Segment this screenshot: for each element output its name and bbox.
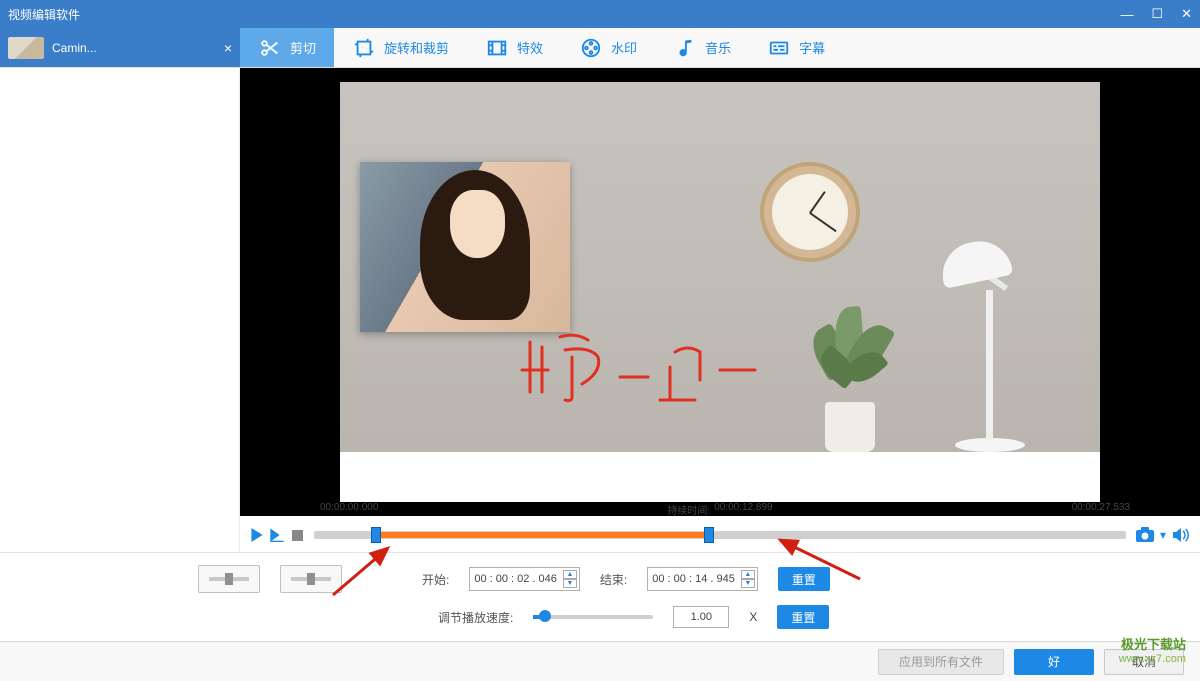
- subtitle-icon: [767, 36, 791, 60]
- tool-rotate[interactable]: 旋转和裁剪: [334, 28, 467, 67]
- tool-music-label: 音乐: [705, 38, 731, 57]
- tool-buttons: 剪切 旋转和裁剪 特效 水印 音乐 字幕: [240, 28, 1200, 67]
- mark-out-button[interactable]: [280, 565, 342, 593]
- maximize-button[interactable]: ☐: [1151, 6, 1163, 22]
- mark-in-button[interactable]: [198, 565, 260, 593]
- tab-close-icon[interactable]: ×: [224, 40, 232, 56]
- timeline-track[interactable]: [314, 531, 1126, 539]
- sidebar: [0, 68, 240, 552]
- ok-button[interactable]: 好: [1014, 649, 1094, 675]
- video-frame: Camin: [340, 82, 1100, 502]
- trim-start-input[interactable]: 00 : 00 : 02 . 046 ▲▼: [469, 567, 580, 591]
- speed-reset-button[interactable]: 重置: [777, 605, 829, 629]
- wall-clock: [760, 162, 860, 262]
- desk-lamp: [920, 212, 1060, 452]
- stop-button[interactable]: [288, 526, 306, 544]
- speed-value-input[interactable]: 1.00: [673, 606, 729, 628]
- portrait-overlay: [360, 162, 570, 332]
- volume-button[interactable]: [1170, 524, 1192, 546]
- spin-down-icon[interactable]: ▼: [563, 579, 577, 588]
- tool-cut[interactable]: 剪切: [240, 28, 334, 67]
- video-stage: Camin: [240, 68, 1200, 516]
- bottom-bar: 应用到所有文件 好 取消: [0, 641, 1200, 681]
- play-export-button[interactable]: [268, 526, 286, 544]
- main-area: Camin 00:00:00.000 持续时间: 00:00:12.899 00…: [0, 68, 1200, 552]
- tool-subtitle[interactable]: 字幕: [749, 28, 843, 67]
- titlebar: 视频编辑软件 — ☐ ✕: [0, 0, 1200, 28]
- trim-start-label: 开始:: [422, 571, 449, 588]
- timeline-end-label: 00:00:27.533: [1072, 502, 1130, 513]
- handwritten-text: [520, 322, 800, 412]
- spin-down-icon[interactable]: ▼: [741, 579, 755, 588]
- tab-label: Camin...: [52, 41, 216, 55]
- trim-end-input[interactable]: 00 : 00 : 14 . 945 ▲▼: [647, 567, 758, 591]
- tool-watermark[interactable]: 水印: [561, 28, 655, 67]
- apply-all-button[interactable]: 应用到所有文件: [878, 649, 1004, 675]
- toolbar: Camin... × 剪切 旋转和裁剪 特效 水印 音乐 字幕: [0, 28, 1200, 68]
- preview-area: Camin 00:00:00.000 持续时间: 00:00:12.899 00…: [240, 68, 1200, 552]
- snapshot-button[interactable]: [1134, 524, 1156, 546]
- timeline: ▾: [240, 518, 1200, 552]
- trim-handle-start[interactable]: [371, 527, 381, 543]
- speed-slider-handle[interactable]: [539, 610, 551, 622]
- speed-label: 调节播放速度:: [438, 609, 513, 626]
- video-brand-mark: Camin: [1040, 479, 1088, 494]
- controls-panel: 开始: 00 : 00 : 02 . 046 ▲▼ 结束: 00 : 00 : …: [0, 552, 1200, 641]
- plant: [800, 302, 900, 452]
- cancel-button[interactable]: 取消: [1104, 649, 1184, 675]
- reel-icon: [579, 36, 603, 60]
- window-controls: — ☐ ✕: [1120, 6, 1192, 22]
- file-tab[interactable]: Camin... ×: [0, 28, 240, 67]
- crop-icon: [352, 36, 376, 60]
- trim-end-label: 结束:: [600, 571, 627, 588]
- speed-suffix: X: [749, 610, 757, 624]
- speed-slider[interactable]: [533, 615, 653, 619]
- tool-music[interactable]: 音乐: [655, 28, 749, 67]
- app-title: 视频编辑软件: [8, 6, 1120, 23]
- tool-subtitle-label: 字幕: [799, 38, 825, 57]
- minimize-button[interactable]: —: [1120, 7, 1133, 22]
- tool-rotate-label: 旋转和裁剪: [384, 38, 449, 57]
- filmstrip-icon: [485, 36, 509, 60]
- play-button[interactable]: [248, 526, 266, 544]
- tool-effect-label: 特效: [517, 38, 543, 57]
- music-note-icon: [673, 36, 697, 60]
- scissors-icon: [258, 36, 282, 60]
- timeline-selection: [371, 532, 704, 538]
- tab-thumbnail: [8, 37, 44, 59]
- spin-up-icon[interactable]: ▲: [563, 570, 577, 579]
- timeline-duration: 持续时间: 00:00:12.899: [667, 502, 772, 517]
- trim-reset-button[interactable]: 重置: [778, 567, 830, 591]
- trim-handle-end[interactable]: [704, 527, 714, 543]
- tool-cut-label: 剪切: [290, 38, 316, 57]
- timeline-start-label: 00:00:00.000: [320, 502, 378, 513]
- spin-up-icon[interactable]: ▲: [741, 570, 755, 579]
- tool-watermark-label: 水印: [611, 38, 637, 57]
- close-button[interactable]: ✕: [1181, 6, 1192, 22]
- tool-effect[interactable]: 特效: [467, 28, 561, 67]
